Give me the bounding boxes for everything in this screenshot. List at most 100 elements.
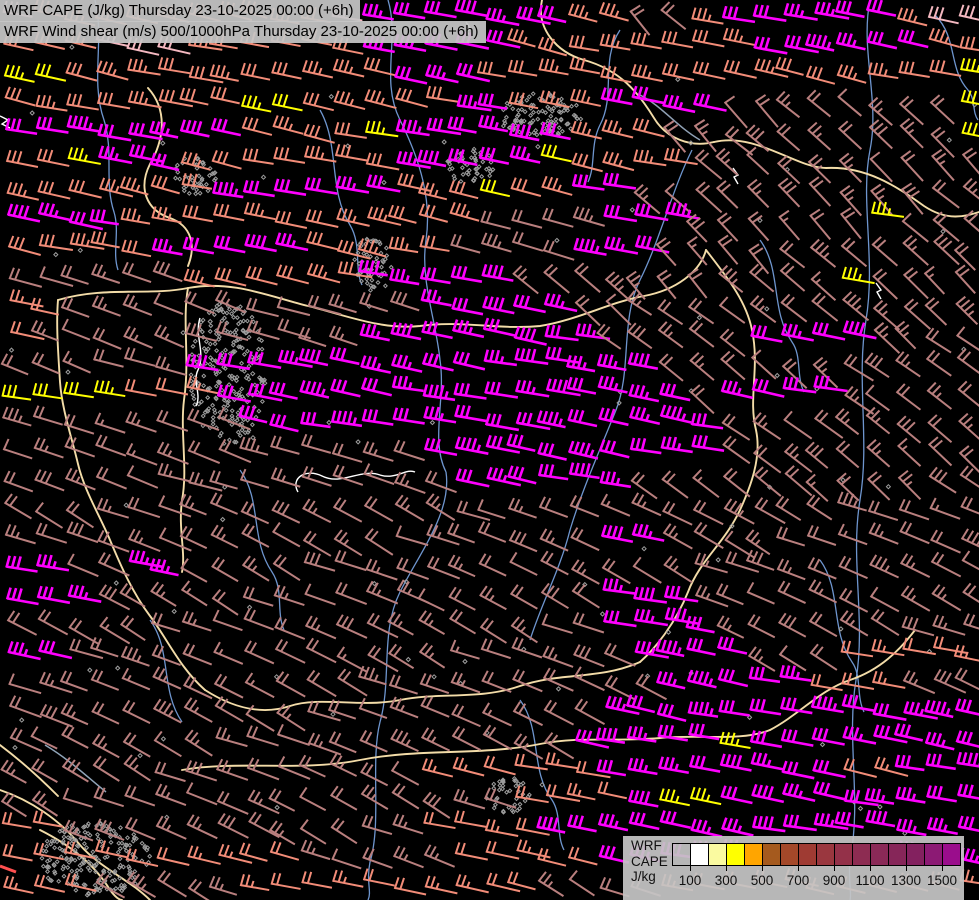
wind-barb xyxy=(122,293,153,316)
wind-barb xyxy=(89,637,119,658)
wind-barb xyxy=(745,549,775,571)
wind-barb xyxy=(362,441,394,462)
wind-barb xyxy=(482,724,513,751)
legend-label-line3: J/kg xyxy=(631,869,656,884)
wind-barb xyxy=(446,522,476,544)
wind-barb xyxy=(838,555,868,580)
wind-barb xyxy=(214,267,247,287)
wind-barb xyxy=(809,238,837,268)
wind-barb xyxy=(541,207,574,228)
wind-barb xyxy=(36,148,70,167)
legend-label: WRF CAPE J/kg xyxy=(631,838,668,885)
wind-barb xyxy=(454,0,489,18)
wind-barb xyxy=(331,848,362,870)
wind-barb xyxy=(750,752,784,771)
wind-barb xyxy=(448,608,477,635)
wind-barb xyxy=(8,673,42,695)
legend-cell xyxy=(708,843,727,866)
wind-barb xyxy=(598,407,629,427)
wind-barb xyxy=(480,232,512,253)
wind-barb xyxy=(723,498,755,525)
wind-barb xyxy=(450,265,483,283)
wind-barb xyxy=(631,492,662,517)
wind-barb xyxy=(299,380,330,399)
wind-barb xyxy=(864,352,890,379)
wind-barb xyxy=(894,754,925,772)
wind-barb xyxy=(124,784,156,807)
wind-barb xyxy=(182,643,213,666)
wind-barb xyxy=(246,725,279,747)
wind-barb xyxy=(634,203,669,222)
wind-barb xyxy=(392,813,424,835)
wind-barb xyxy=(506,871,536,891)
wind-barb xyxy=(750,324,783,343)
wind-barb xyxy=(866,30,898,50)
legend-cell xyxy=(870,843,889,866)
wind-barb xyxy=(362,847,393,869)
legend-tick xyxy=(690,866,691,871)
wind-barb xyxy=(808,579,838,604)
legend-cell xyxy=(942,843,961,866)
wind-barb xyxy=(895,818,927,837)
wind-barb xyxy=(599,470,632,489)
wind-barb xyxy=(186,814,218,840)
map-title-cape: WRF CAPE (J/kg) Thursday 23-10-2025 00:0… xyxy=(0,0,361,22)
wind-barb xyxy=(60,296,90,318)
wind-barb xyxy=(210,117,242,137)
wind-barb xyxy=(306,231,340,251)
wind-barb xyxy=(244,233,277,253)
wind-barb xyxy=(508,529,538,553)
wind-barb xyxy=(869,554,900,579)
wind-barb xyxy=(895,351,921,378)
wind-barb xyxy=(749,698,782,716)
legend-cell xyxy=(798,843,817,866)
wind-barb xyxy=(516,839,551,859)
wind-barb xyxy=(394,87,428,108)
wind-barb xyxy=(811,321,846,341)
wind-barb xyxy=(298,786,327,812)
wind-barb xyxy=(931,584,962,612)
wind-barb xyxy=(719,753,752,772)
wind-barb xyxy=(150,581,177,607)
wind-barb xyxy=(211,150,242,170)
wind-barb xyxy=(211,181,244,199)
wind-barb xyxy=(300,839,331,861)
wind-barb xyxy=(148,120,179,139)
wind-barb xyxy=(957,380,979,410)
wind-barb xyxy=(691,29,725,48)
wind-barb xyxy=(6,181,40,201)
wind-barb xyxy=(270,467,301,488)
wind-barb xyxy=(688,319,715,348)
wind-barb xyxy=(780,728,814,747)
wind-barb xyxy=(208,875,238,896)
wind-barb xyxy=(268,788,296,812)
wind-barb xyxy=(511,636,543,659)
wind-barb xyxy=(512,294,546,314)
wind-barb xyxy=(306,263,341,284)
wind-barb xyxy=(185,782,218,806)
legend-tick-labels: 100 300 500 700 900 1100 1300 1500 xyxy=(672,865,961,897)
wind-barb xyxy=(7,640,41,661)
wind-barb xyxy=(506,433,536,453)
wind-barb xyxy=(210,86,240,105)
wind-barb xyxy=(810,673,843,692)
wind-barbs-layer xyxy=(0,0,979,900)
wind-barb xyxy=(245,265,278,286)
wind-barb xyxy=(716,615,745,639)
wind-barb xyxy=(418,203,449,223)
wind-barb xyxy=(127,58,161,76)
wind-barb xyxy=(540,582,569,610)
wind-barb xyxy=(394,494,425,522)
wind-barb xyxy=(779,262,806,292)
wind-barb xyxy=(633,149,667,167)
wind-barb xyxy=(156,846,190,866)
wind-barb xyxy=(931,179,960,209)
wind-barb xyxy=(395,119,430,137)
wind-barb xyxy=(476,61,506,78)
wind-barb xyxy=(336,646,368,673)
wind-barb xyxy=(179,525,208,550)
wind-barb xyxy=(598,439,630,459)
wind-barb xyxy=(837,523,868,546)
wind-barb xyxy=(722,27,757,47)
wind-barb xyxy=(239,874,270,892)
